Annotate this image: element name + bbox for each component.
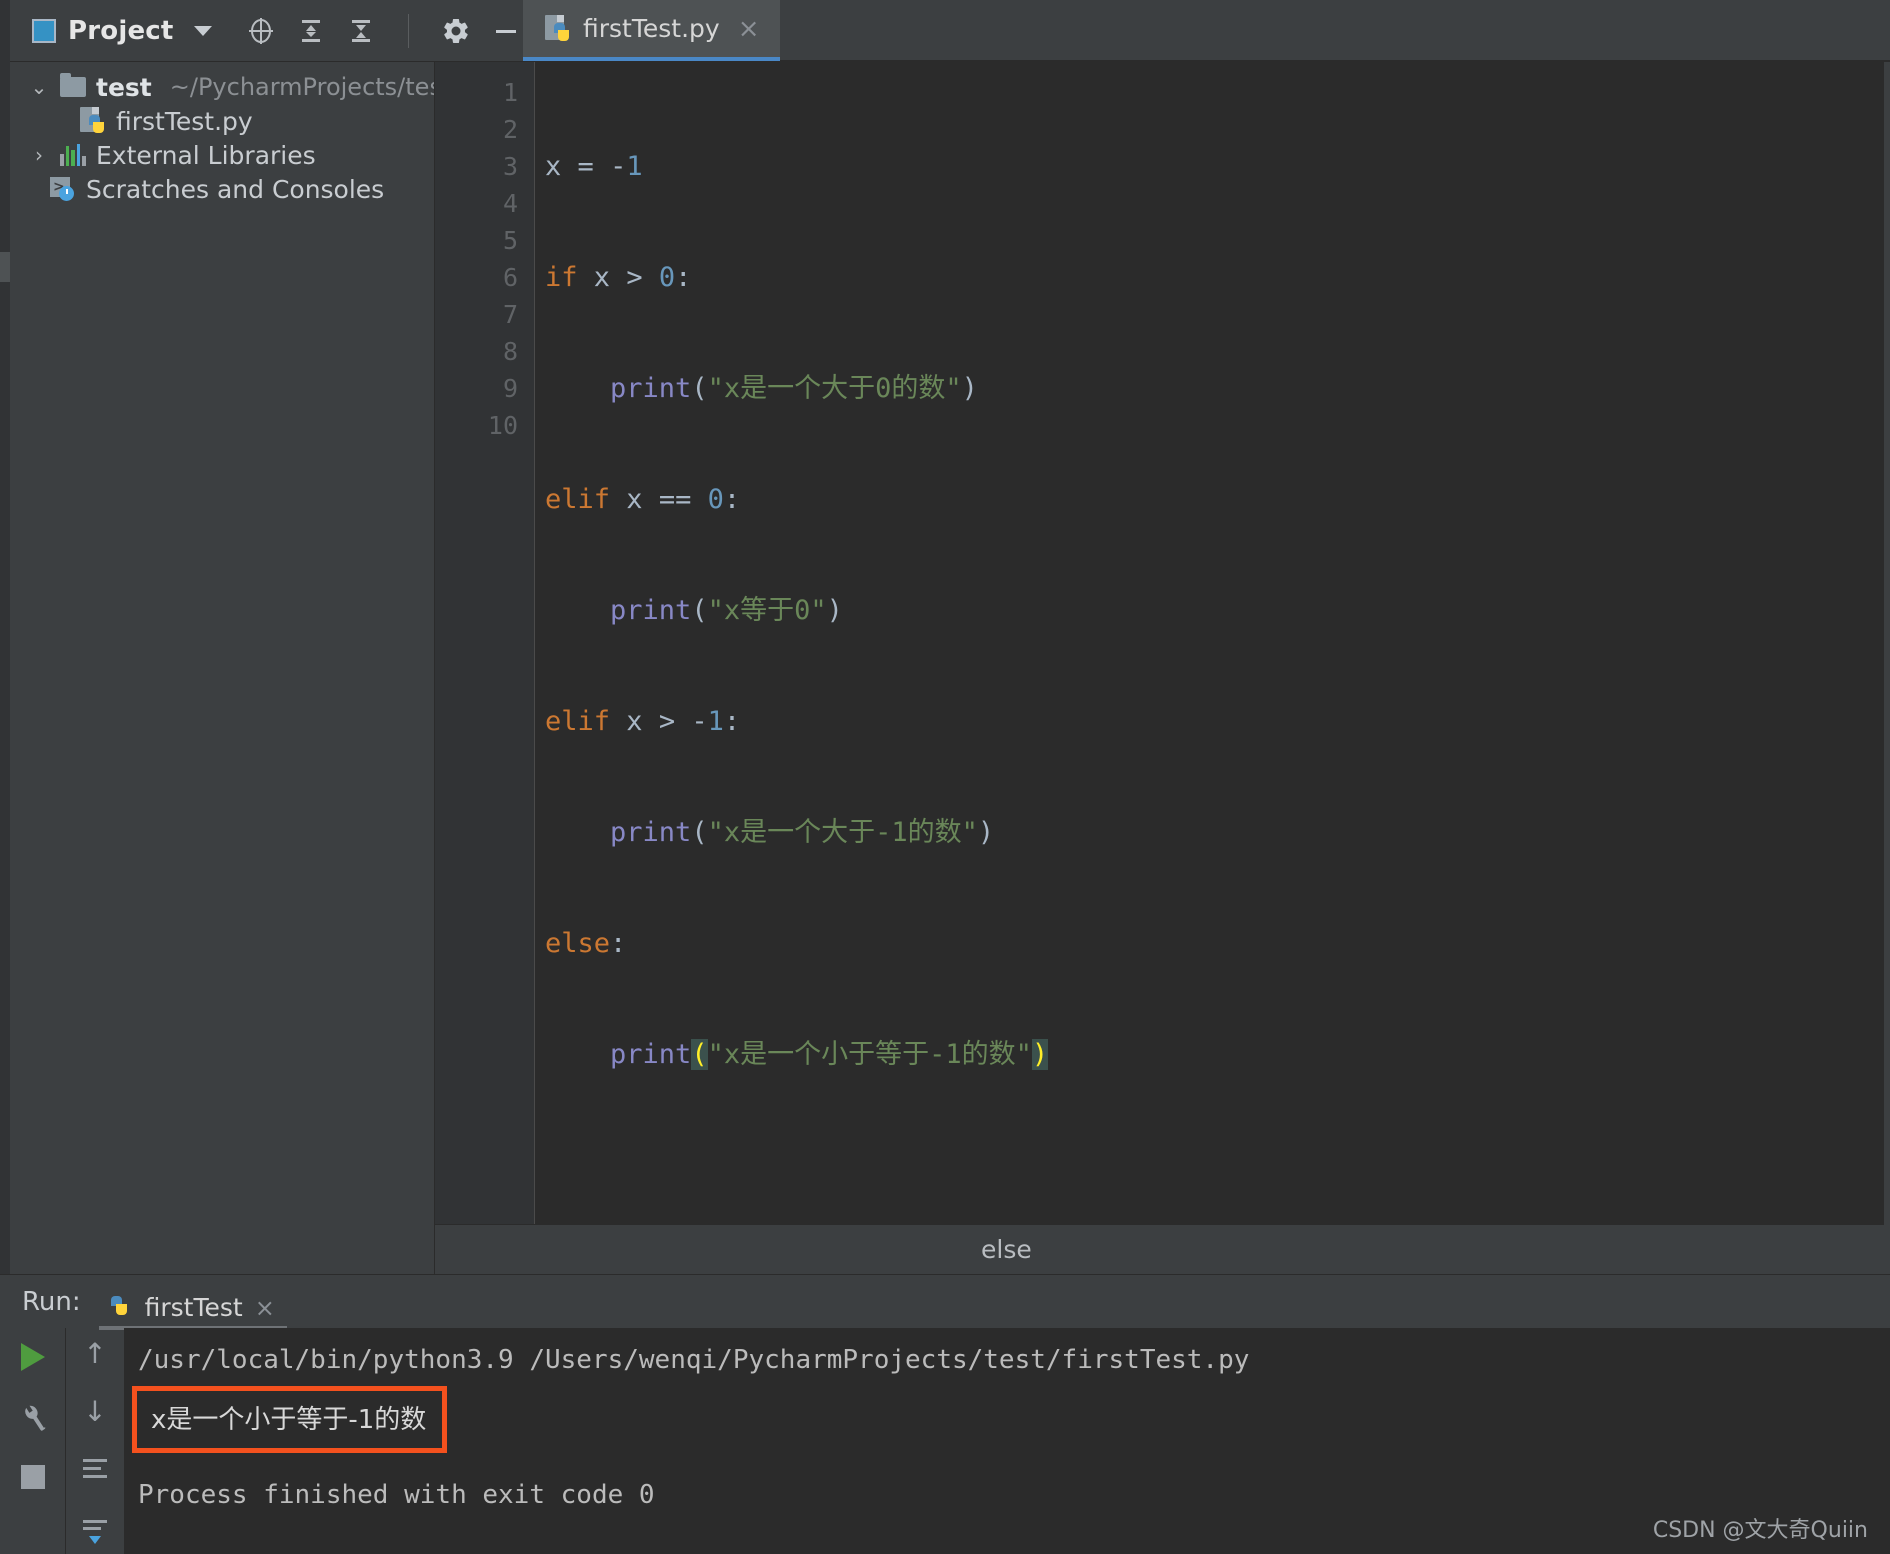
code-line-1: x = -1	[545, 151, 643, 182]
run-tab-label: firstTest	[144, 1293, 243, 1322]
line-number: 4	[502, 189, 518, 218]
scroll-up-icon[interactable]: ↑	[83, 1340, 106, 1368]
project-label: Project	[68, 15, 174, 46]
project-tool-window: ⌄ test ~/PycharmProjects/test firstTest.…	[10, 62, 435, 1274]
python-file-icon	[545, 14, 571, 43]
console-command-line: /usr/local/bin/python3.9 /Users/wenqi/Py…	[138, 1345, 1250, 1375]
locate-target-icon[interactable]	[246, 16, 276, 46]
toolbar-divider	[407, 13, 409, 48]
run-console-output[interactable]: /usr/local/bin/python3.9 /Users/wenqi/Py…	[124, 1328, 1890, 1554]
line-number-gutter: 1 2 3 4 5 6 7 8 9 10	[435, 62, 535, 1224]
code-line-9: print("x是一个小于等于-1的数")	[610, 1039, 1049, 1070]
highlighted-output-box: x是一个小于等于-1的数	[132, 1386, 448, 1453]
run-action-toolbar	[0, 1328, 66, 1554]
hide-panel-icon[interactable]	[491, 16, 521, 46]
project-toolbar-icons	[246, 13, 521, 48]
breadcrumb-label: else	[981, 1235, 1032, 1264]
folder-icon	[60, 73, 86, 97]
line-number: 10	[487, 411, 518, 440]
tree-item-path: ~/PycharmProjects/test	[169, 73, 435, 101]
tree-item-firstTest-py[interactable]: firstTest.py	[10, 104, 434, 138]
python-icon	[107, 1294, 133, 1322]
tree-item-scratches-and-consoles[interactable]: > Scratches and Consoles	[10, 172, 434, 206]
main-area: ⌄ test ~/PycharmProjects/test firstTest.…	[0, 62, 1890, 1274]
program-output-text: x是一个小于等于-1的数	[151, 1405, 427, 1435]
expand-all-icon[interactable]	[296, 16, 326, 46]
wrench-settings-icon[interactable]	[16, 1400, 50, 1434]
run-console-toolbar: ↑ ↓	[66, 1328, 124, 1554]
tab-label: firstTest.py	[583, 14, 720, 43]
matching-bracket-highlight: )	[1031, 1039, 1049, 1070]
line-number: 9	[502, 374, 518, 403]
left-tool-strip	[0, 62, 10, 1274]
tree-item-label: firstTest.py	[116, 106, 253, 136]
watermark: CSDN @文大奇Quiin	[1652, 1518, 1868, 1543]
run-tool-window: Run: firstTest × ↑ ↓ /usr/local/bin/pyth…	[0, 1274, 1890, 1554]
tree-item-label: External Libraries	[96, 140, 316, 170]
pycharm-window: Project firstTest.py × ⌄ test ~/PycharmP…	[0, 0, 1890, 1554]
tree-item-label: test	[96, 72, 152, 102]
code-editor[interactable]: 1 2 3 4 5 6 7 8 9 10 x = -1 if x > 0: pr…	[435, 62, 1884, 1224]
scroll-to-end-icon[interactable]	[80, 1518, 110, 1552]
line-number: 3	[502, 152, 518, 181]
chevron-down-icon[interactable]	[193, 25, 212, 36]
tree-item-test[interactable]: ⌄ test ~/PycharmProjects/test	[10, 70, 434, 104]
run-button[interactable]	[16, 1340, 50, 1374]
right-tool-strip	[1884, 62, 1890, 1274]
close-icon[interactable]: ×	[738, 16, 760, 42]
line-number: 7	[502, 300, 518, 329]
chevron-right-icon[interactable]: ›	[28, 143, 50, 167]
code-line-7: print("x是一个大于-1的数")	[610, 817, 995, 848]
matching-bracket-highlight: (	[691, 1039, 708, 1070]
code-line-3: print("x是一个大于0的数")	[610, 373, 978, 404]
breadcrumb[interactable]: else	[435, 1224, 1884, 1274]
tab-firstTest-py[interactable]: firstTest.py ×	[523, 0, 780, 61]
line-number: 5	[502, 226, 518, 255]
run-tool-header: Run: firstTest ×	[0, 1274, 1890, 1330]
editor-area: 1 2 3 4 5 6 7 8 9 10 x = -1 if x > 0: pr…	[435, 62, 1884, 1274]
project-toolbar: Project	[10, 0, 523, 62]
line-number: 1	[502, 78, 518, 107]
collapse-all-icon[interactable]	[346, 16, 376, 46]
line-number: 8	[502, 337, 518, 366]
run-label: Run:	[22, 1286, 81, 1317]
chevron-down-icon[interactable]: ⌄	[28, 75, 50, 99]
line-number: 2	[502, 115, 518, 144]
project-panel-icon	[32, 18, 56, 43]
scratches-icon: >	[50, 177, 76, 201]
external-libraries-icon	[60, 144, 86, 166]
project-view-selector[interactable]: Project	[32, 16, 212, 46]
code-line-8: else:	[545, 928, 627, 959]
structure-tool-button[interactable]	[0, 252, 10, 282]
close-icon[interactable]: ×	[255, 1294, 275, 1322]
code-content[interactable]: x = -1 if x > 0: print("x是一个大于0的数") elif…	[535, 62, 1884, 1224]
code-line-5: print("x等于0")	[610, 595, 843, 626]
python-file-icon	[80, 107, 106, 135]
tree-item-label: Scratches and Consoles	[86, 174, 385, 204]
code-line-4: elif x == 0:	[545, 484, 741, 515]
tree-item-external-libraries[interactable]: › External Libraries	[10, 138, 434, 172]
code-line-2: if x > 0:	[545, 262, 692, 293]
code-line-6: elif x > -1:	[545, 706, 741, 737]
run-tab-firstTest[interactable]: firstTest ×	[98, 1289, 287, 1330]
console-exit-line: Process finished with exit code 0	[138, 1480, 655, 1510]
stop-button[interactable]	[16, 1460, 50, 1494]
run-body: ↑ ↓ /usr/local/bin/python3.9 /Users/wenq…	[0, 1328, 1890, 1554]
soft-wrap-icon[interactable]	[80, 1456, 110, 1488]
settings-gear-icon[interactable]	[441, 16, 471, 46]
editor-tab-bar: firstTest.py ×	[523, 0, 1890, 62]
left-edge-stripe	[0, 0, 10, 62]
scroll-down-icon[interactable]: ↓	[83, 1398, 106, 1426]
line-number: 6	[502, 263, 518, 292]
top-toolbar: Project firstTest.py ×	[0, 0, 1890, 62]
tab-bar-empty-space	[779, 0, 1890, 61]
